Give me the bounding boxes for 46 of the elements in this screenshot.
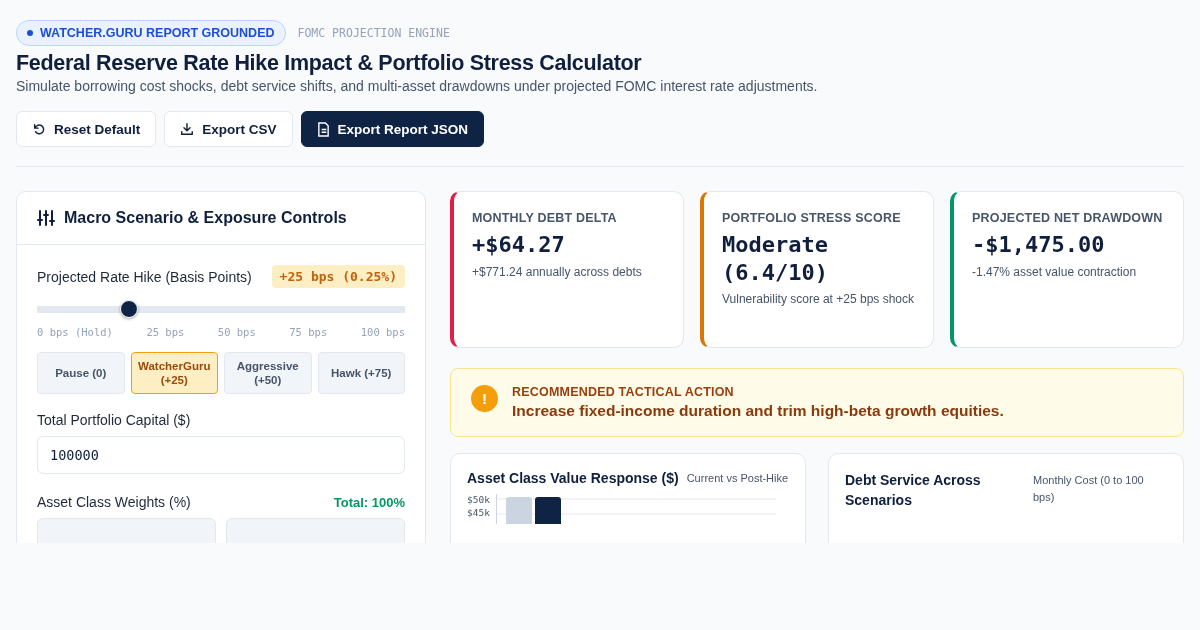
slider-thumb[interactable] [120, 300, 138, 318]
weights-label: Asset Class Weights (%) [37, 494, 191, 510]
tick-label: 0 bps (Hold) [37, 326, 113, 338]
capital-input[interactable]: 100000 [37, 436, 405, 474]
chart-subtitle: Monthly Cost (0 to 100 bps) [1033, 473, 1145, 506]
sliders-icon [37, 210, 55, 226]
panel-title: Macro Scenario & Exposure Controls [64, 209, 347, 227]
metric-label: MONTHLY DEBT DELTA [472, 211, 618, 225]
download-icon [180, 122, 195, 136]
axis-label: $50k [467, 494, 490, 505]
preset-button[interactable]: Pause (0) [37, 352, 125, 394]
eyebrow-label: FOMC PROJECTION ENGINE [297, 26, 450, 40]
export-csv-button[interactable]: Export CSV [164, 111, 293, 147]
metric-value: +$64.27 [472, 231, 566, 259]
tick-label: 100 bps [360, 326, 405, 338]
metric-note: Vulnerability score at +25 bps shock [722, 291, 915, 308]
preset-button[interactable]: Aggressive (+50) [224, 352, 312, 394]
tick-label: 25 bps [146, 326, 185, 338]
metric-note: -1.47% asset value contraction [972, 263, 1138, 281]
tick-label: 75 bps [289, 326, 328, 338]
reset-button[interactable]: Reset Default [16, 111, 157, 147]
alert-message: Increase fixed-income duration and trim high-beta growth equities. [512, 402, 1004, 420]
rate-label: Projected Rate Hike (Basis Points) [37, 268, 252, 285]
rate-reading: +25 bps (0.25%) [271, 265, 405, 288]
export-json-button[interactable]: Export Report JSON [300, 111, 485, 147]
page-title: Federal Reserve Rate Hike Impact & Portfolio Stress Calculator [16, 51, 643, 76]
chart-title: Asset Class Value Response ($) [467, 470, 679, 486]
preset-button[interactable]: Hawk (+75) [317, 352, 405, 394]
document-icon [316, 121, 330, 137]
warning-icon: ! [471, 385, 498, 412]
metric-note: +$771.24 annually across debts [472, 263, 643, 281]
chart-title: Debt Service Across Scenarios [845, 471, 982, 511]
metric-value: -$1,475.00 [972, 231, 1106, 259]
chart-subtitle: Current vs Post-Hike [686, 472, 789, 484]
alert-label: RECOMMENDED TACTICAL ACTION [512, 385, 735, 399]
metric-label: PORTFOLIO STRESS SCORE [722, 211, 902, 225]
tick-label: 50 bps [217, 326, 256, 338]
metric-value: Moderate (6.4/10) [722, 231, 829, 286]
status-badge: WATCHER.GURU REPORT GROUNDED [16, 20, 286, 46]
metric-label: PROJECTED NET DRAWDOWN [972, 211, 1164, 225]
axis-label: $45k [467, 507, 490, 518]
page-subtitle: Simulate borrowing cost shocks, debt service shifts, and multi-asset drawdowns under projected FOMC interest rate adjustments. [16, 78, 819, 94]
weights-total: Total: 100% [333, 494, 405, 510]
reset-icon [32, 122, 46, 136]
preset-button[interactable]: WatcherGuru (+25) [130, 352, 218, 394]
capital-label: Total Portfolio Capital ($) [37, 412, 192, 428]
